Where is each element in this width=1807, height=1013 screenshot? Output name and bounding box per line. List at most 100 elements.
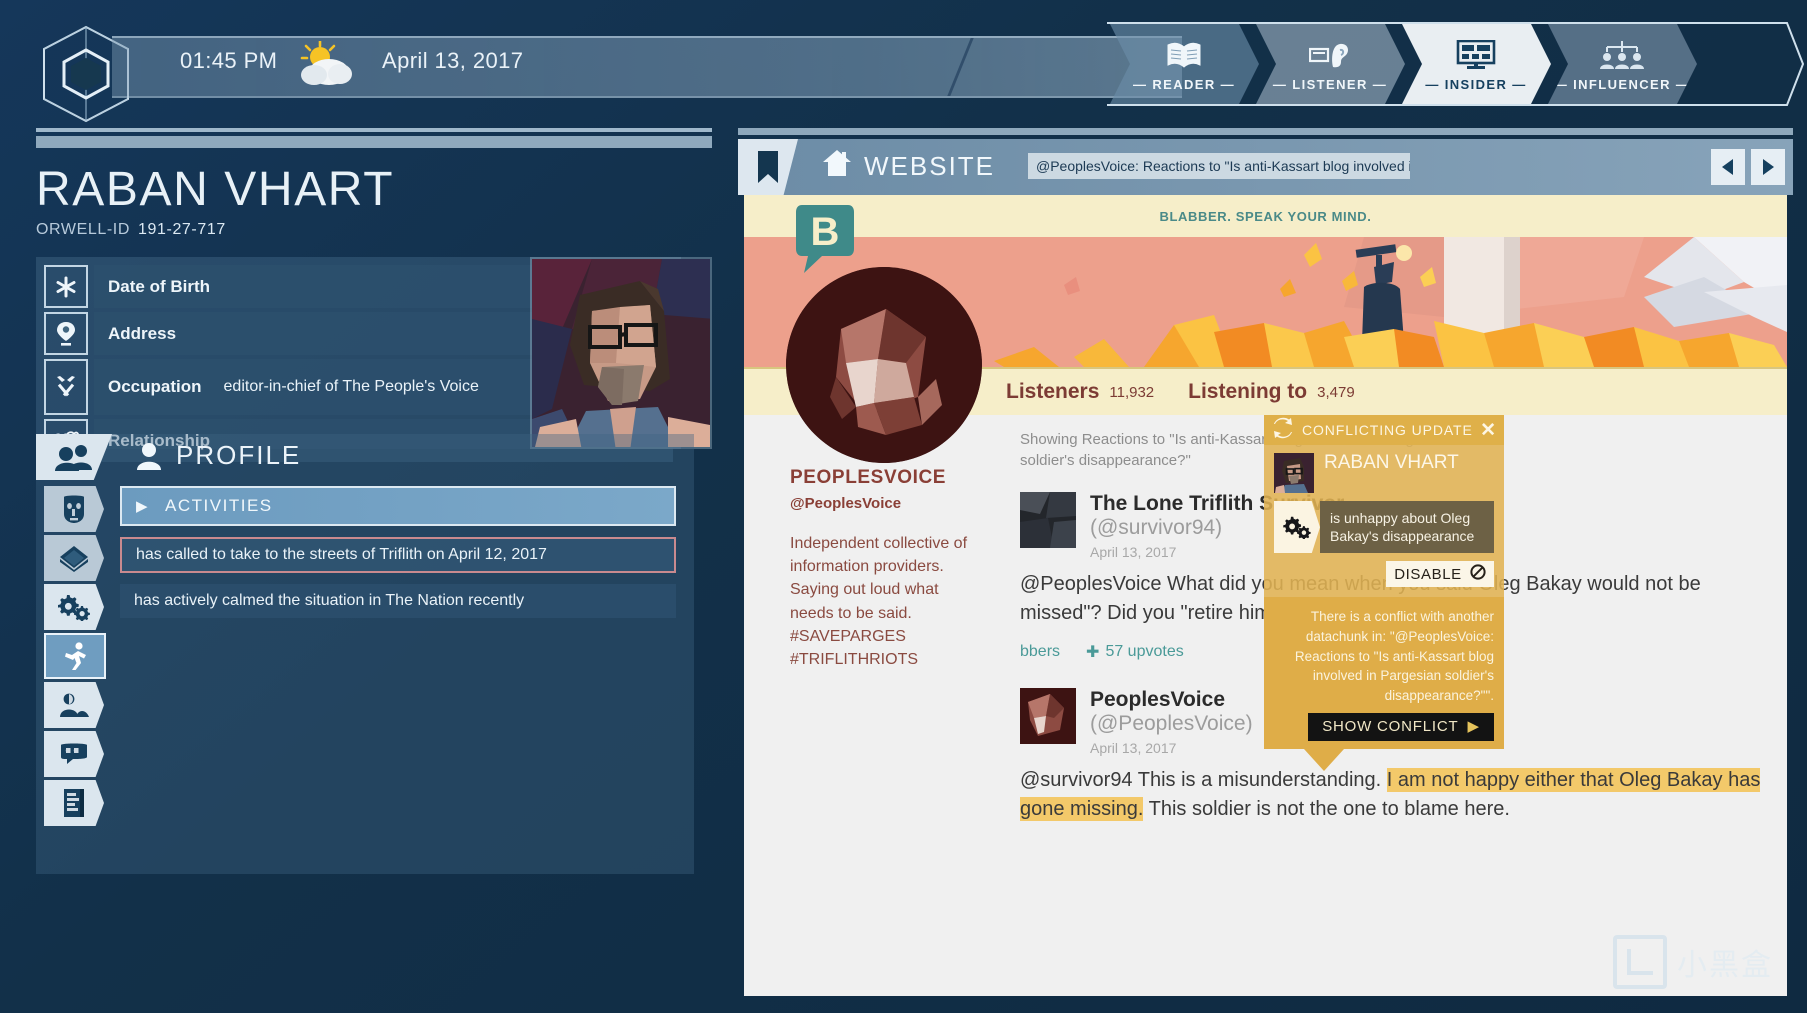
listening-to-value: 3,479 [1317,383,1355,401]
profile-panel-header: PROFILE [36,434,694,480]
activity-text: has called to take to the streets of Tri… [136,546,547,563]
home-icon [822,149,852,184]
listeners-label: Listeners [1006,380,1100,403]
no-entry-icon [1470,564,1486,584]
url-bar[interactable]: @PeoplesVoice: Reactions to "Is anti-Kas… [1028,153,1410,179]
close-icon[interactable]: ✕ [1480,421,1496,440]
site-tagline: BLABBER. SPEAK YOUR MIND. [1159,208,1372,224]
listening-to-label: Listening to [1188,380,1308,403]
conflict-dialog-body: RABAN VHART is unhappy about Oleg Bakay'… [1264,445,1504,598]
sidebar-item-documents[interactable] [44,780,104,826]
clock-time: 01:45 PM [180,48,278,73]
conflict-dialog-header: CONFLICTING UPDATE ✕ [1264,415,1504,445]
account-tag-1[interactable]: #SAVEPARGES [790,625,982,648]
asterisk-icon [44,265,88,308]
conflict-person: RABAN VHART [1274,453,1494,493]
browser-title: WEBSITE [822,149,995,184]
panel-rule-top [36,128,712,132]
location-pin-icon [44,312,88,355]
post-date: April 13, 2017 [1090,739,1177,756]
post-text: @survivor94 This is a misunderstanding. … [1020,766,1761,824]
list-item[interactable]: has called to take to the streets of Tri… [120,537,676,573]
info-label-occupation: Occupation [108,377,202,396]
browser-rule [738,128,1793,135]
activities-section-label: ACTIVITIES [165,496,273,515]
post-text-before: @survivor94 This is a misunderstanding. [1020,768,1387,791]
profile-content: ▶ ACTIVITIES has called to take to the s… [112,480,694,874]
conflict-datachunk-text: is unhappy about Oleg Bakay's disappeara… [1320,501,1494,554]
show-conflict-label: SHOW CONFLICT [1322,718,1459,736]
mode-tabs: — READER — — LISTENER — — INSIDER — — IN… [1087,22,1807,106]
post-author: PeoplesVoice [1090,687,1226,711]
profile-panel-body: ▶ ACTIVITIES has called to take to the s… [36,480,694,874]
orwell-id-value: 191-27-717 [138,221,226,238]
orwell-id-label: ORWELL-ID [36,221,131,238]
panel-rule-bottom [36,136,712,148]
avatar [1020,687,1076,744]
info-label-dob: Date of Birth [108,276,210,296]
sidebar-item-statements[interactable] [44,731,104,777]
avatar [786,267,982,463]
profile-rail [36,480,112,874]
sidebar-item-biography[interactable] [44,535,104,581]
activities-section-header[interactable]: ▶ ACTIVITIES [120,486,676,526]
clock-date: April 13, 2017 [382,48,524,73]
sidebar-item-personality[interactable] [44,486,104,532]
website-viewport: BLABBER. SPEAK YOUR MIND. B Listeners 11… [744,195,1787,996]
activity-text: has actively calmed the situation in The… [134,592,525,609]
site-top-bar: BLABBER. SPEAK YOUR MIND. [744,195,1787,237]
sidebar-item-whereabouts[interactable] [44,682,104,728]
avatar [1274,453,1314,493]
post-handle: (@PeoplesVoice) [1090,711,1253,735]
account-sidebar: PEOPLESVOICE @PeoplesVoice Independent c… [744,415,1006,995]
disable-button-label: DISABLE [1394,565,1462,583]
chevron-right-icon: ▶ [136,498,150,515]
plus-icon: ✚ [1086,643,1100,661]
orwell-game-screen: 01:45 PM April 13, 2017 — READER — — LIS… [0,0,1807,1013]
right-arrow-icon[interactable] [1751,149,1785,185]
show-conflict-button[interactable]: SHOW CONFLICT ▶ [1308,713,1494,742]
post-repliers-label[interactable]: bbers [1020,643,1060,661]
sidebar-item-activities[interactable] [44,633,106,679]
blabber-logo-icon: B [794,203,856,275]
info-value-occupation: editor-in-chief of The People's Voice [223,377,479,395]
conflict-note-text: There is a conflict with another datachu… [1294,609,1494,703]
site-body: PEOPLESVOICE @PeoplesVoice Independent c… [744,415,1787,995]
conflicting-update-dialog: CONFLICTING UPDATE ✕ RABAN VHART is unha… [1264,415,1504,772]
gears-icon [1274,501,1320,554]
account-handle: @PeoplesVoice [790,495,902,512]
sun-behind-cloud-icon [296,39,356,87]
orwell-id-line: ORWELL-ID 191-27-717 [36,221,712,239]
conflict-dialog-title: CONFLICTING UPDATE [1302,422,1473,438]
conflict-datachunk[interactable]: is unhappy about Oleg Bakay's disappeara… [1274,501,1494,554]
tabs-outline [1107,22,1805,106]
watermark-text: 小黑盒 [1677,949,1773,982]
post-upvotes-label: 57 upvotes [1105,642,1184,660]
bookmark-icon[interactable] [738,139,798,195]
left-panel: RABAN VHART ORWELL-ID191-27-717 Date of [36,128,712,462]
post-meta: PeoplesVoice (@PeoplesVoice) April 13, 2… [1090,688,1253,756]
group-people-icon[interactable] [36,434,112,480]
profile-panel-title-text: PROFILE [176,440,302,470]
list-item[interactable]: has actively calmed the situation in The… [120,584,676,618]
account-tag-2[interactable]: #TRIFLITHRIOTS [790,648,982,671]
info-label-address: Address [108,323,177,343]
box-logo-icon [1613,935,1667,989]
post-upvotes[interactable]: ✚ 57 upvotes [1086,642,1184,662]
browser-title-text: WEBSITE [864,151,996,181]
post-text-after: This soldier is not the one to blame her… [1143,797,1510,820]
person-portrait [530,257,712,449]
avatar [1020,491,1076,548]
disable-button[interactable]: DISABLE [1386,561,1494,588]
clock-bar-notch [910,38,974,96]
conflict-note: There is a conflict with another datachu… [1264,597,1504,750]
conflict-person-name: RABAN VHART [1324,452,1459,473]
left-arrow-icon[interactable] [1711,149,1745,185]
sidebar-item-properties[interactable] [44,584,104,630]
conflict-dialog-pointer [1304,749,1344,772]
page-title: RABAN VHART [36,163,395,216]
account-name: PEOPLESVOICE [790,467,947,488]
sync-conflict-icon [1272,417,1294,444]
browser-nav-buttons [1711,149,1785,185]
feed-column: Showing Reactions to "Is anti-Kassart bl… [1006,415,1787,995]
